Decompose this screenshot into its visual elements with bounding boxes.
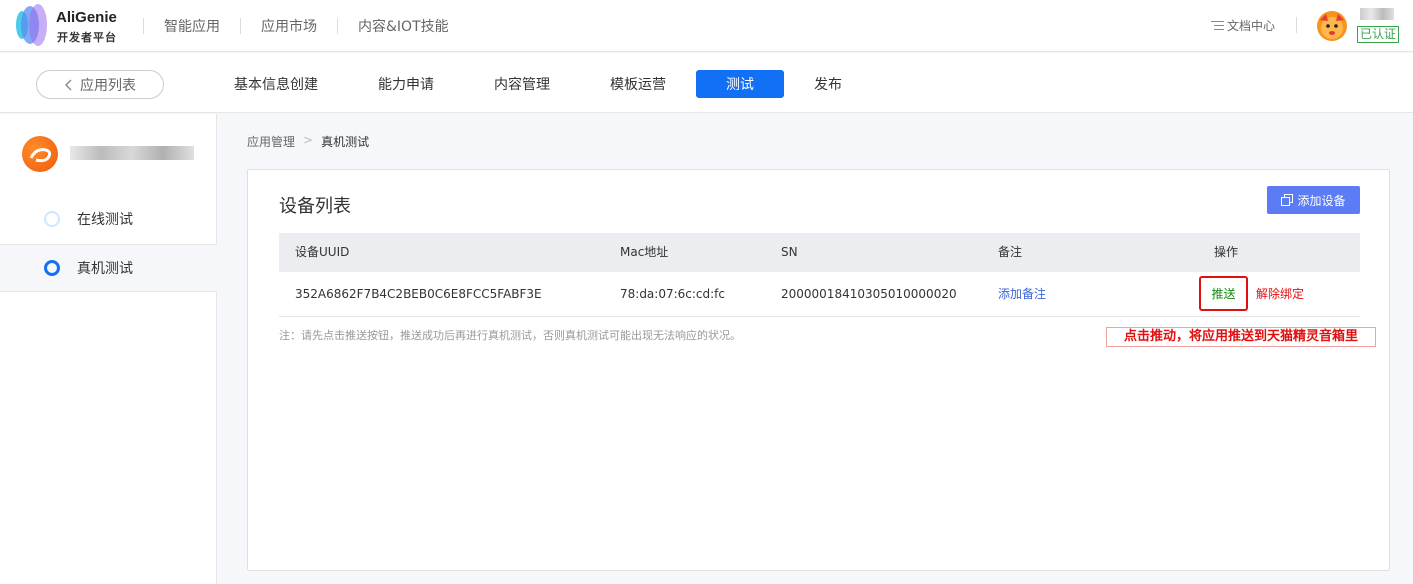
device-list-title: 设备列表 — [279, 196, 351, 217]
radio-empty-icon — [44, 211, 60, 227]
col-header-mac: Mac地址 — [620, 245, 669, 259]
app-tabs-bar: 应用列表 基本信息创建 能力申请 内容管理 模板运营 测试 发布 — [0, 53, 1413, 113]
brand-subtitle: 开发者平台 — [57, 31, 117, 44]
username-redacted — [1360, 8, 1394, 20]
verified-badge: 已认证 — [1357, 26, 1400, 43]
device-mac: 78:da:07:6c:cd:fc — [620, 287, 725, 301]
sidebar-item-label: 在线测试 — [77, 212, 133, 228]
breadcrumb-parent[interactable]: 应用管理 — [247, 133, 295, 150]
breadcrumb-separator-icon: > — [303, 133, 314, 147]
push-callout-annotation: 点击推动，将应用推送到天猫精灵音箱里 — [1106, 327, 1376, 347]
tab-publish[interactable]: 发布 — [810, 70, 846, 98]
radio-selected-icon — [44, 260, 60, 276]
device-sn: 20000018410305010000020 — [781, 287, 957, 301]
list-icon — [1211, 20, 1224, 30]
device-list-card: 设备列表 添加设备 设备UUID Mac地址 SN 备注 操作 352A6862… — [247, 169, 1390, 571]
top-header: AliGenie 开发者平台 智能应用 应用市场 内容&IOT技能 文档中心 已… — [0, 0, 1413, 52]
docs-center-link[interactable]: 文档中心 — [1211, 17, 1275, 34]
back-label: 应用列表 — [80, 77, 136, 94]
aligenie-logo-icon[interactable] — [14, 3, 50, 47]
chevron-left-icon — [65, 79, 72, 90]
table-row: 352A6862F7B4C2BEB0C6E8FCC5FABF3E 78:da:0… — [279, 272, 1360, 317]
tab-capability-apply[interactable]: 能力申请 — [374, 70, 438, 98]
tab-content-management[interactable]: 内容管理 — [490, 70, 554, 98]
app-name-redacted — [70, 146, 194, 160]
col-header-actions: 操作 — [1214, 245, 1239, 259]
col-header-uuid: 设备UUID — [295, 245, 350, 259]
col-header-sn: SN — [781, 245, 798, 259]
device-table-header: 设备UUID Mac地址 SN 备注 操作 — [279, 233, 1360, 272]
breadcrumb: 应用管理 > 真机测试 — [247, 133, 369, 150]
sidebar-item-online-test[interactable]: 在线测试 — [0, 195, 217, 243]
nav-app-market[interactable]: 应用市场 — [241, 16, 337, 36]
nav-smart-apps[interactable]: 智能应用 — [144, 16, 240, 36]
app-icon — [22, 136, 58, 172]
test-sidebar: 在线测试 真机测试 — [0, 114, 217, 584]
add-remark-link[interactable]: 添加备注 — [998, 272, 1046, 317]
docs-center-label: 文档中心 — [1227, 19, 1276, 33]
tab-template-operation[interactable]: 模板运营 — [606, 70, 670, 98]
col-header-remark: 备注 — [998, 245, 1023, 259]
sidebar-item-label: 真机测试 — [77, 261, 133, 277]
test-note: 注：请先点击推送按钮，推送成功后再进行真机测试，否则真机测试可能出现无法响应的状… — [279, 329, 741, 342]
tab-basic-info[interactable]: 基本信息创建 — [230, 70, 322, 98]
push-button[interactable]: 推送 — [1199, 276, 1248, 311]
add-device-label: 添加设备 — [1297, 193, 1346, 208]
device-uuid: 352A6862F7B4C2BEB0C6E8FCC5FABF3E — [295, 287, 542, 301]
add-device-button[interactable]: 添加设备 — [1267, 186, 1360, 214]
copy-icon — [1281, 194, 1294, 206]
nav-content-iot-skills[interactable]: 内容&IOT技能 — [338, 16, 469, 36]
unbind-link[interactable]: 解除绑定 — [1256, 272, 1304, 317]
sidebar-item-device-test[interactable]: 真机测试 — [0, 244, 217, 292]
back-to-app-list-button[interactable]: 应用列表 — [36, 70, 164, 99]
brand-title: AliGenie — [56, 9, 117, 26]
alibaba-logo-icon — [29, 148, 52, 163]
top-nav: 智能应用 应用市场 内容&IOT技能 — [143, 0, 469, 52]
breadcrumb-current: 真机测试 — [321, 135, 370, 149]
user-avatar[interactable] — [1316, 10, 1348, 42]
push-label: 推送 — [1211, 287, 1236, 301]
tab-test[interactable]: 测试 — [696, 70, 784, 98]
